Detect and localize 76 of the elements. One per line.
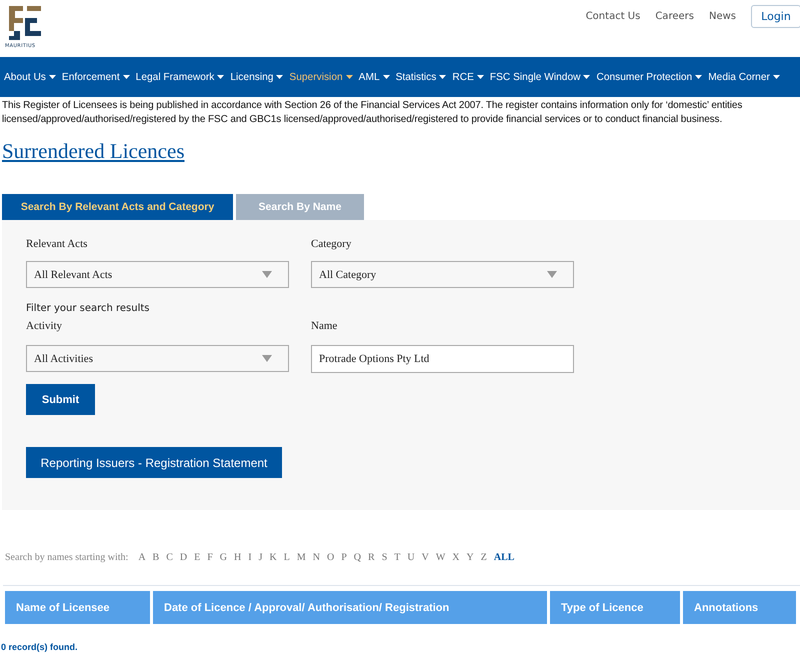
nav-item[interactable]: Consumer Protection xyxy=(596,72,702,82)
nav-item[interactable]: Media Corner xyxy=(708,72,780,82)
nav-item[interactable]: AML xyxy=(358,72,390,82)
dropdown-arrow-icon xyxy=(262,355,272,362)
letter-link[interactable]: L xyxy=(284,552,290,563)
letter-link[interactable]: I xyxy=(248,552,252,563)
name-input-field[interactable]: Protrade Options Pty Ltd xyxy=(311,345,574,373)
field-label: Activity xyxy=(26,320,64,332)
letter-link[interactable]: B xyxy=(152,552,160,563)
letter-link[interactable]: X xyxy=(452,552,460,563)
filter-note: Filter your search results xyxy=(26,303,151,314)
letter-link[interactable]: G xyxy=(220,552,228,563)
letter-link[interactable]: D xyxy=(180,552,188,563)
nav-item[interactable]: Statistics xyxy=(396,72,446,82)
nav-item[interactable]: FSC Single Window xyxy=(490,72,590,82)
column-header: Date of Licence / Approval/ Authorisation/ Registration xyxy=(153,591,547,624)
letter-link[interactable]: K xyxy=(270,552,277,563)
letter-link[interactable]: V xyxy=(422,552,429,563)
nav-item[interactable]: Licensing xyxy=(230,72,284,82)
nav-item[interactable]: Supervision xyxy=(289,72,353,82)
letter-link[interactable]: S xyxy=(382,552,388,563)
letter-link[interactable]: Y xyxy=(466,552,474,563)
caret-icon xyxy=(476,75,484,79)
submit-button[interactable]: Submit xyxy=(26,384,95,415)
dropdown-arrow-icon xyxy=(262,271,272,278)
caret-icon xyxy=(382,75,390,79)
letter-link[interactable]: W xyxy=(436,552,446,563)
nav-item[interactable]: RCE xyxy=(452,72,484,82)
letter-link[interactable]: R xyxy=(368,552,375,563)
letter-link[interactable]: F xyxy=(207,552,213,563)
nav-item[interactable]: Enforcement xyxy=(62,72,130,82)
caret-icon xyxy=(583,75,590,79)
letter-link[interactable]: ALL xyxy=(494,552,514,563)
dropdown-arrow-icon xyxy=(547,271,557,278)
field-label: Relevant Acts xyxy=(26,238,88,250)
activity-dropdown[interactable]: All Activities xyxy=(26,345,289,372)
header-link[interactable]: Careers xyxy=(655,11,694,22)
letter-link[interactable]: Z xyxy=(480,552,487,563)
letter-link[interactable]: C xyxy=(166,552,173,563)
page-title-link[interactable]: Surrendered Licences xyxy=(2,139,184,163)
caret-icon xyxy=(695,75,702,79)
nav-item[interactable]: Legal Framework xyxy=(136,72,224,82)
caret-icon xyxy=(276,75,284,79)
letter-link[interactable]: M xyxy=(296,552,306,563)
caret-icon xyxy=(48,75,56,79)
search-tab[interactable]: Search By Relevant Acts and Category xyxy=(2,194,233,220)
caret-icon xyxy=(439,75,446,79)
nav-item[interactable]: About Us xyxy=(4,72,56,82)
letter-link[interactable]: J xyxy=(258,552,263,563)
header-link[interactable]: Contact Us xyxy=(586,11,640,22)
column-header: Annotations xyxy=(683,591,796,624)
header-link[interactable]: News xyxy=(708,11,736,22)
column-header: Name of Licensee xyxy=(5,591,150,624)
intro-paragraph: This Register of Licensees is being published in accordance with Section 26 of the Financial Services Act 2007. The register contains information only for ‘domestic’ entities licensed/approved/authorised/registered by the FSC and GBC1s licensed/approved/authorised/registered to provide financial services or to conduct financial business. xyxy=(2,99,744,127)
letter-link[interactable]: P xyxy=(341,552,347,563)
relevant-acts-dropdown[interactable]: All Relevant Acts xyxy=(26,261,289,288)
column-header: Type of Licence xyxy=(550,591,680,624)
caret-icon xyxy=(772,75,780,79)
reporting-issuers-button[interactable]: Reporting Issuers - Registration Statement xyxy=(26,447,282,478)
alphabet-label: Search by names starting with: xyxy=(5,552,128,563)
letter-link[interactable]: O xyxy=(327,552,334,563)
letter-link[interactable]: E xyxy=(194,552,200,563)
letter-link[interactable]: U xyxy=(407,552,415,563)
caret-icon xyxy=(346,75,353,79)
login-button[interactable]: Login xyxy=(751,5,800,28)
caret-icon xyxy=(217,75,224,79)
letter-link[interactable]: H xyxy=(234,552,242,563)
letter-link[interactable]: A xyxy=(138,552,146,563)
category-dropdown[interactable]: All Category xyxy=(311,261,574,288)
letter-link[interactable]: N xyxy=(312,552,320,563)
caret-icon xyxy=(122,75,130,79)
letter-link[interactable]: Q xyxy=(354,552,362,563)
letter-link[interactable]: T xyxy=(394,552,400,563)
record-count: 0 record(s) found. xyxy=(1,642,79,652)
field-label: Name xyxy=(311,320,338,332)
field-label: Category xyxy=(311,238,352,250)
